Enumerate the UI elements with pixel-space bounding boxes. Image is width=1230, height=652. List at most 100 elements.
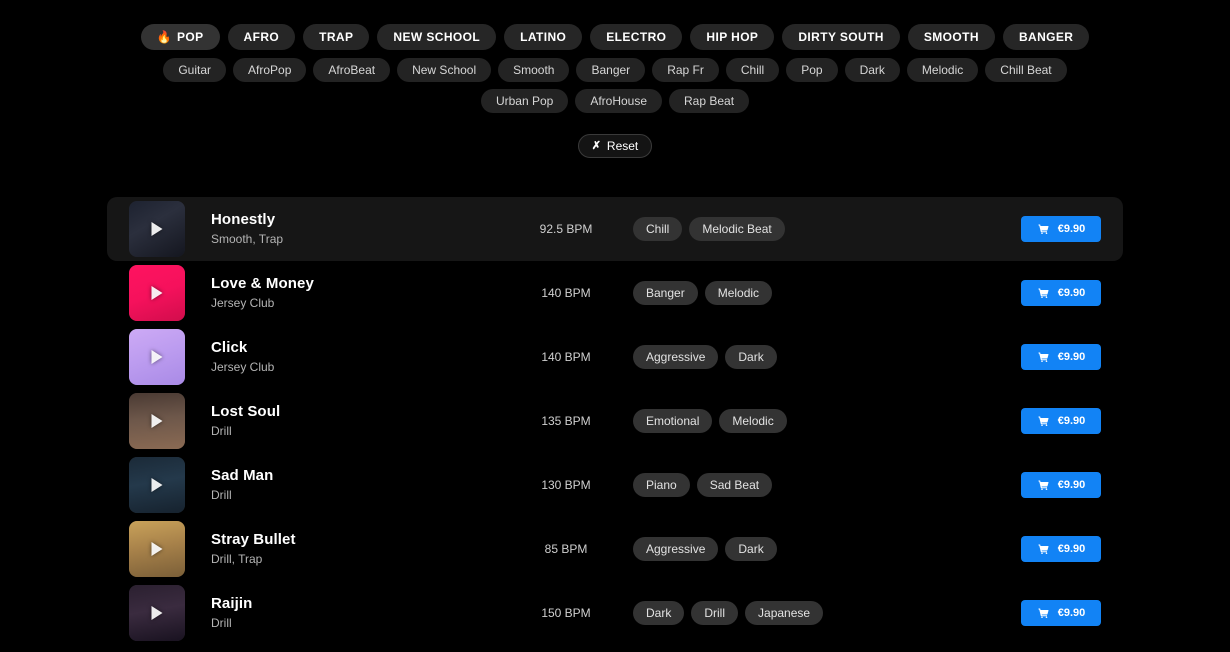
genre-chip-label: POP	[176, 30, 204, 44]
track-thumbnail[interactable]	[129, 457, 185, 513]
track-tag[interactable]: Dark	[633, 601, 685, 625]
play-icon[interactable]	[151, 542, 163, 556]
subtag-chip-pop[interactable]: Pop	[786, 58, 838, 82]
track-tag[interactable]: Melodic Beat	[689, 217, 785, 241]
subtag-chip-smooth[interactable]: Smooth	[498, 58, 570, 82]
subtag-filter-row: Guitar AfroPop AfroBeat New School Smooth Ban…	[0, 58, 1230, 113]
genre-chip-electro[interactable]: ELECTRO	[590, 24, 683, 50]
genre-chip-dirty-south[interactable]: DIRTY SOUTH	[782, 24, 900, 50]
track-row[interactable]: Love & Money Jersey Club 140 BPM Banger Melo…	[107, 261, 1123, 325]
track-tags: Chill Melodic Beat	[621, 217, 1021, 241]
track-row[interactable]: Click Jersey Club 140 BPM Aggressive Dark €9.…	[107, 325, 1123, 389]
price-label: €9.90	[1057, 479, 1086, 491]
buy-button[interactable]: €9.90	[1021, 472, 1101, 498]
subtag-chip-afrohouse[interactable]: AfroHouse	[575, 89, 663, 113]
track-thumbnail[interactable]	[129, 393, 185, 449]
play-icon[interactable]	[151, 286, 163, 300]
track-tag[interactable]: Aggressive	[633, 345, 719, 369]
subtag-chip-chill[interactable]: Chill	[725, 58, 780, 82]
play-icon[interactable]	[151, 350, 163, 364]
track-row[interactable]: Raijin Drill 150 BPM Dark Drill Japanese €9.90	[107, 581, 1123, 645]
reset-button[interactable]: ✗ Reset	[577, 134, 653, 158]
track-tag[interactable]: Emotional	[633, 409, 713, 433]
track-thumbnail[interactable]	[129, 201, 185, 257]
track-tag[interactable]: Sad Beat	[696, 473, 773, 497]
cart-icon	[1037, 543, 1050, 555]
close-icon: ✗	[591, 139, 601, 152]
subtag-chip-banger[interactable]: Banger	[576, 58, 646, 82]
track-row[interactable]: Sad Man Drill 130 BPM Piano Sad Beat €9.90	[107, 453, 1123, 517]
genre-chip-label: DIRTY SOUTH	[798, 30, 884, 44]
play-icon[interactable]	[151, 606, 163, 620]
track-bpm: 85 BPM	[544, 542, 588, 556]
track-subtitle: Drill	[211, 424, 232, 439]
track-title: Click	[211, 338, 248, 356]
track-meta: Stray Bullet Drill, Trap	[211, 530, 511, 568]
track-tag[interactable]: Melodic	[719, 409, 787, 433]
buy-button[interactable]: €9.90	[1021, 344, 1101, 370]
track-tag[interactable]: Melodic	[704, 281, 773, 305]
track-thumbnail[interactable]	[129, 521, 185, 577]
genre-chip-label: LATINO	[520, 30, 567, 44]
buy-button[interactable]: €9.90	[1021, 600, 1101, 626]
track-row[interactable]: Lost Soul Drill 135 BPM Emotional Melodic €9.…	[107, 389, 1123, 453]
buy-button[interactable]: €9.90	[1021, 280, 1101, 306]
track-thumbnail[interactable]	[129, 265, 185, 321]
subtag-chip-rap-beat[interactable]: Rap Beat	[669, 89, 750, 113]
genre-chip-latino[interactable]: LATINO	[504, 24, 583, 50]
track-title: Love & Money	[211, 274, 314, 292]
track-tag[interactable]: Aggressive	[633, 537, 719, 561]
genre-chip-afro[interactable]: AFRO	[227, 24, 296, 50]
buy-button[interactable]: €9.90	[1021, 408, 1101, 434]
track-subtitle: Drill, Trap	[211, 552, 263, 567]
genre-chip-pop[interactable]: 🔥 POP	[140, 24, 220, 50]
genre-filter-row: 🔥 POP AFRO TRAP NEW SCHOOL LATINO ELECTRO HIP H…	[0, 24, 1230, 50]
subtag-chip-afrobeat[interactable]: AfroBeat	[313, 58, 391, 82]
genre-chip-label: TRAP	[319, 30, 354, 44]
track-meta: Raijin Drill	[211, 594, 511, 632]
play-icon[interactable]	[151, 478, 163, 492]
subtag-chip-new-school[interactable]: New School	[397, 58, 492, 82]
subtag-chip-chill-beat[interactable]: Chill Beat	[985, 58, 1067, 82]
track-tag[interactable]: Banger	[633, 281, 698, 305]
subtag-chip-dark[interactable]: Dark	[844, 58, 900, 82]
genre-chip-label: AFRO	[243, 30, 280, 44]
play-icon[interactable]	[151, 414, 163, 428]
subtag-chip-urban-pop[interactable]: Urban Pop	[480, 89, 569, 113]
track-tag[interactable]: Dark	[725, 537, 777, 561]
genre-chip-smooth[interactable]: SMOOTH	[907, 24, 995, 50]
genre-chip-label: SMOOTH	[923, 30, 979, 44]
track-tag[interactable]: Dark	[725, 345, 777, 369]
track-bpm: 135 BPM	[541, 414, 591, 428]
track-tag[interactable]: Piano	[633, 473, 690, 497]
buy-button[interactable]: €9.90	[1021, 536, 1101, 562]
subtag-chip-guitar[interactable]: Guitar	[163, 58, 227, 82]
genre-chip-new-school[interactable]: NEW SCHOOL	[377, 24, 497, 50]
track-thumbnail[interactable]	[129, 329, 185, 385]
track-list: Honestly Smooth, Trap 92.5 BPM Chill Melodic…	[107, 197, 1123, 645]
price-label: €9.90	[1057, 287, 1086, 299]
subtag-chip-melodic[interactable]: Melodic	[906, 58, 979, 82]
play-icon[interactable]	[151, 222, 163, 236]
track-tag[interactable]: Drill	[691, 601, 739, 625]
track-tag[interactable]: Japanese	[745, 601, 824, 625]
reset-row: ✗ Reset	[0, 134, 1230, 158]
track-row[interactable]: Honestly Smooth, Trap 92.5 BPM Chill Melodic…	[107, 197, 1123, 261]
track-bpm: 92.5 BPM	[539, 222, 593, 236]
track-subtitle: Drill	[211, 616, 232, 631]
genre-chip-hip-hop[interactable]: HIP HOP	[690, 24, 775, 50]
track-tag[interactable]: Chill	[633, 217, 683, 241]
track-tags: Dark Drill Japanese	[621, 601, 1021, 625]
subtag-chip-afropop[interactable]: AfroPop	[233, 58, 307, 82]
track-title: Lost Soul	[211, 402, 281, 420]
genre-chip-banger[interactable]: BANGER	[1002, 24, 1090, 50]
genre-chip-label: ELECTRO	[606, 30, 667, 44]
track-title: Honestly	[211, 210, 276, 228]
track-thumbnail[interactable]	[129, 585, 185, 641]
price-label: €9.90	[1057, 223, 1086, 235]
genre-chip-trap[interactable]: TRAP	[303, 24, 370, 50]
track-row[interactable]: Stray Bullet Drill, Trap 85 BPM Aggressive D…	[107, 517, 1123, 581]
track-bpm: 140 BPM	[541, 350, 591, 364]
buy-button[interactable]: €9.90	[1021, 216, 1101, 242]
subtag-chip-rap-fr[interactable]: Rap Fr	[652, 58, 719, 82]
